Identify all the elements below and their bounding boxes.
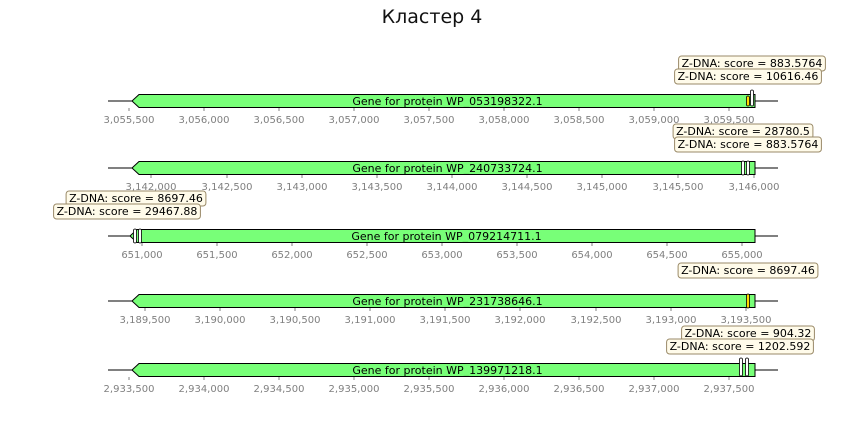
tick-label: 2,936,000 (479, 384, 530, 395)
tick-label: 653,500 (496, 250, 537, 261)
tick-label: 3,057,000 (329, 115, 380, 126)
gene-track: Gene for protein WP_053198322.1 3,055,500… (104, 55, 826, 126)
tick-label: 2,937,500 (704, 384, 755, 395)
z-dna-feature-mark (746, 293, 750, 309)
tick-label: 3,058,500 (554, 115, 605, 126)
tick-label: 3,190,000 (195, 315, 246, 326)
tick-label: 3,056,500 (254, 115, 305, 126)
tick-label: 3,145,500 (653, 182, 704, 193)
tick-label: 3,143,000 (277, 182, 328, 193)
annotation-text: Z-DNA: score = 29467.88 (57, 205, 198, 218)
tick-label: 3,144,000 (427, 182, 478, 193)
annotation-text: Z-DNA: score = 883.5764 (678, 138, 819, 151)
gene-track: Gene for protein WP_079214711.1 651,000 65… (53, 190, 778, 261)
tick-label: 652,000 (271, 250, 312, 261)
tick-label: 3,191,500 (420, 315, 471, 326)
z-dna-feature-mark (750, 89, 754, 107)
tick-label: 2,936,500 (554, 384, 605, 395)
z-dna-feature-mark (138, 228, 142, 244)
gene-label: Gene for protein WP_139971218.1 (352, 364, 542, 377)
tick-label: 653,000 (421, 250, 462, 261)
z-dna-feature-mark (133, 228, 137, 244)
tick-label: 3,193,500 (721, 315, 772, 326)
tick-label: 3,189,500 (120, 315, 171, 326)
tick-label: 651,500 (196, 250, 237, 261)
tick-label: 3,144,500 (502, 182, 553, 193)
annotation-text: Z-DNA: score = 904.32 (685, 327, 812, 340)
tick-label: 2,937,000 (629, 384, 680, 395)
tick-label: 3,059,000 (629, 115, 680, 126)
tick-label: 3,058,000 (479, 115, 530, 126)
tick-label: 655,000 (721, 250, 762, 261)
tick-label: 3,142,500 (202, 182, 253, 193)
tick-label: 654,500 (646, 250, 687, 261)
gene-label: Gene for protein WP_079214711.1 (351, 230, 541, 243)
tick-label: 2,934,000 (179, 384, 230, 395)
tick-label: 3,145,000 (577, 182, 628, 193)
gene-tracks-canvas: Gene for protein WP_053198322.1 3,055,500… (53, 55, 826, 395)
annotation-label: Z-DNA: score = 29467.88 (53, 203, 201, 220)
tick-label: 3,143,500 (352, 182, 403, 193)
z-dna-feature-mark (746, 160, 750, 176)
gene-track: Gene for protein WP_139971218.1 2,933,500… (104, 325, 815, 395)
tick-label: 2,934,500 (254, 384, 305, 395)
tick-label: 3,146,000 (729, 182, 780, 193)
gene-label: Gene for protein WP_231738646.1 (352, 295, 542, 308)
tick-label: 3,192,500 (571, 315, 622, 326)
annotation-text: Z-DNA: score = 10616.46 (678, 70, 819, 83)
z-dna-feature-mark (739, 357, 743, 377)
gene-label: Gene for protein WP_053198322.1 (352, 95, 542, 108)
tick-label: 2,933,500 (104, 384, 155, 395)
tick-label: 3,057,500 (404, 115, 455, 126)
gene-label: Gene for protein WP_240733724.1 (352, 162, 542, 175)
z-dna-feature-mark (745, 357, 749, 377)
annotation-text: Z-DNA: score = 883.5764 (682, 57, 823, 70)
tick-label: 3,056,000 (179, 115, 230, 126)
annotation-label: Z-DNA: score = 1202.592 (666, 338, 814, 355)
gene-track: Gene for protein WP_240733724.13,142,000… (108, 123, 822, 193)
tick-label: 2,935,500 (404, 384, 455, 395)
annotation-label: Z-DNA: score = 8697.46 (677, 262, 819, 279)
z-dna-feature-mark (741, 160, 745, 176)
annotation-label: Z-DNA: score = 10616.46 (674, 68, 822, 85)
gene-track: Gene for protein WP_231738646.1 3,189,500… (108, 262, 819, 326)
annotation-text: Z-DNA: score = 8697.46 (681, 264, 815, 277)
tick-label: 3,191,000 (345, 315, 396, 326)
annotation-label: Z-DNA: score = 883.5764 (674, 136, 822, 153)
tick-label: 3,190,500 (270, 315, 321, 326)
annotation-text: Z-DNA: score = 8697.46 (69, 192, 203, 205)
tick-label: 654,000 (571, 250, 612, 261)
tick-label: 651,000 (121, 250, 162, 261)
z-dna-feature-mark (746, 95, 750, 107)
tick-label: 2,935,000 (329, 384, 380, 395)
tick-label: 3,193,000 (646, 315, 697, 326)
tick-label: 3,192,000 (495, 315, 546, 326)
annotation-text: Z-DNA: score = 28780.5 (676, 125, 810, 138)
tick-label: 652,500 (346, 250, 387, 261)
tick-label: 3,055,500 (104, 115, 155, 126)
annotation-text: Z-DNA: score = 1202.592 (670, 340, 811, 353)
